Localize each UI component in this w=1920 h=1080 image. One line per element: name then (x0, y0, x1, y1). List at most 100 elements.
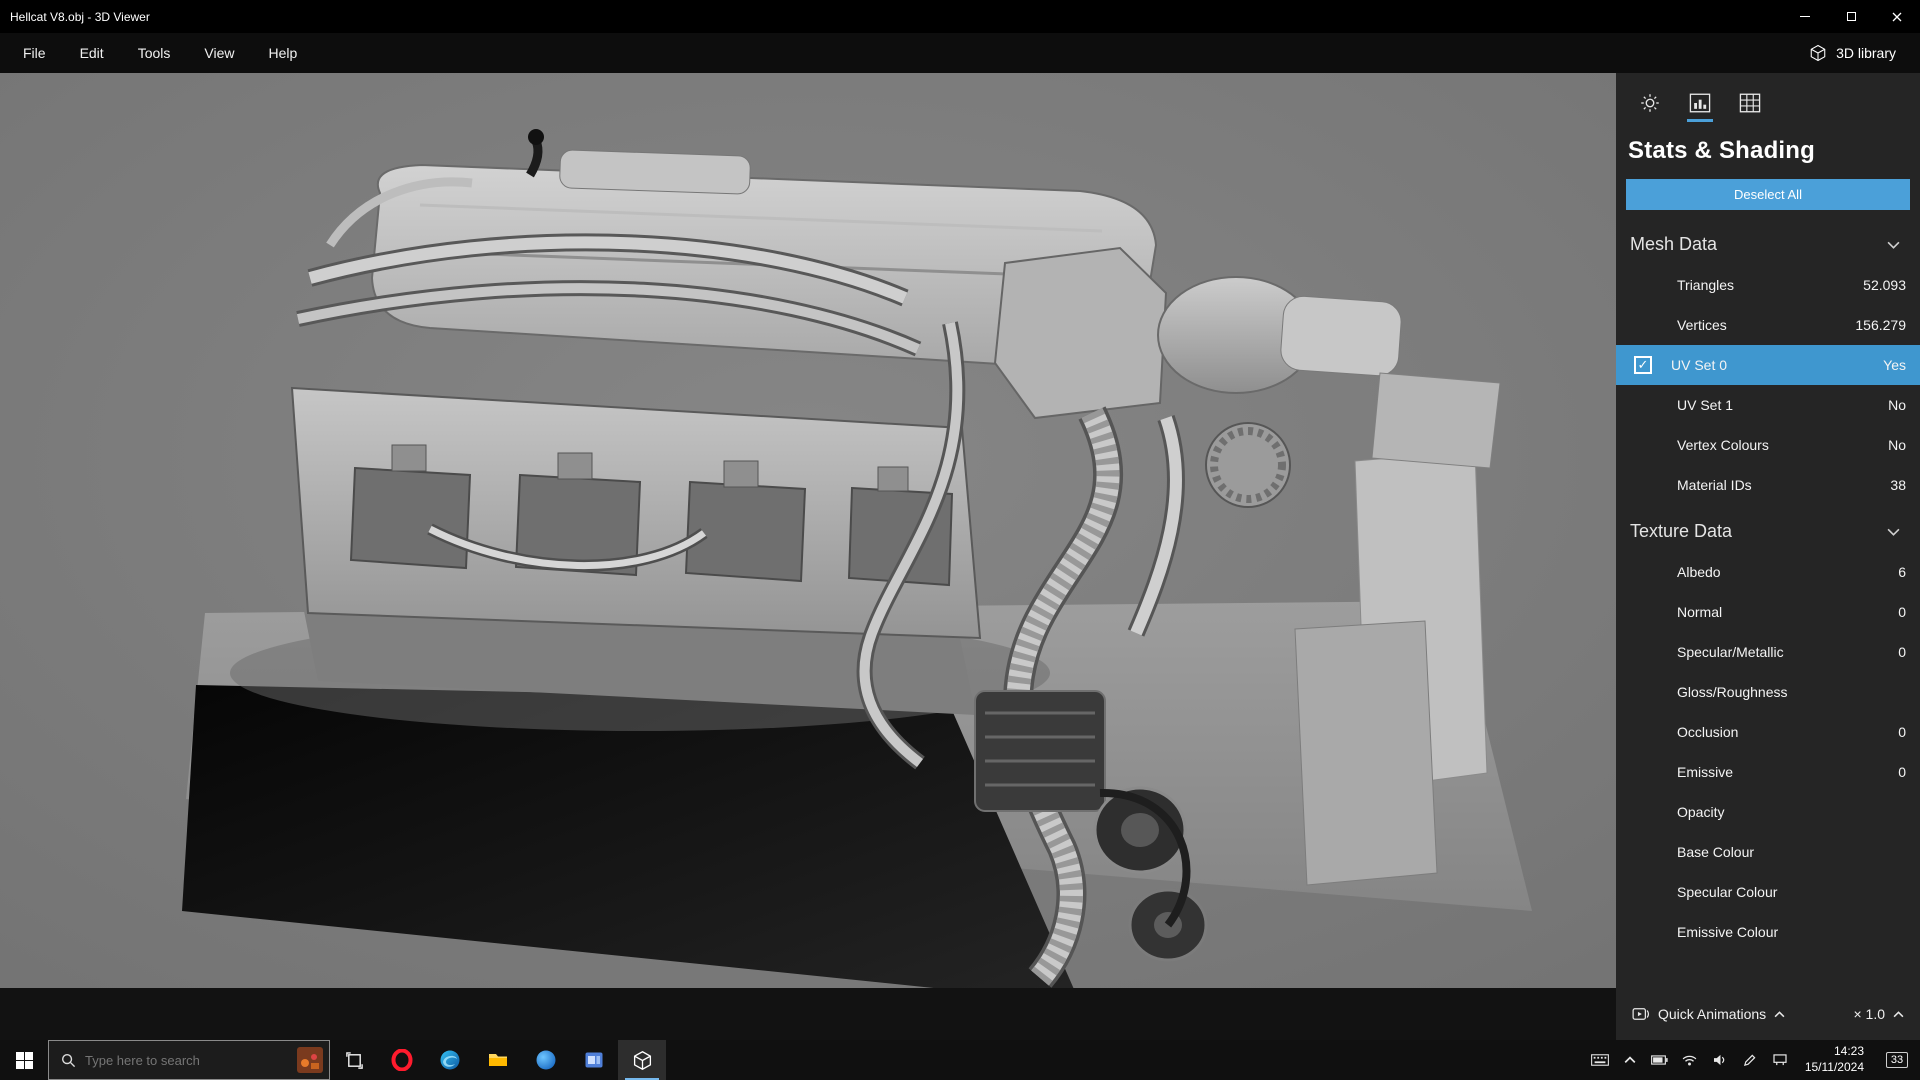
quick-animations-button[interactable]: Quick Animations (1632, 1006, 1785, 1022)
file-explorer-icon (489, 1054, 507, 1066)
stat-row[interactable]: ✓ Triangles 52.093 (1616, 265, 1920, 305)
stat-row[interactable]: ✓ Albedo 6 (1616, 552, 1920, 592)
maximize-button[interactable] (1828, 0, 1874, 33)
stat-label: Normal (1677, 604, 1723, 620)
chevron-down-icon (1887, 241, 1900, 249)
quick-animations-label: Quick Animations (1658, 1006, 1767, 1022)
search-highlights-icon[interactable] (297, 1047, 323, 1073)
stat-label: Emissive (1677, 764, 1734, 780)
stat-value: 0 (1898, 764, 1906, 780)
stat-value: 0 (1898, 604, 1906, 620)
window-title: Hellcat V8.obj - 3D Viewer (10, 9, 150, 24)
stat-row[interactable]: ✓ UV Set 1 No (1616, 385, 1920, 425)
taskbar-app-3d-viewer[interactable] (618, 1040, 666, 1080)
stat-label: Occlusion (1677, 724, 1739, 740)
window-app-icon (585, 1052, 603, 1068)
notification-count-badge: 33 (1885, 1052, 1909, 1068)
minimize-button[interactable] (1782, 0, 1828, 33)
panel-section: Texture Data ✓ Albedo 6 ✓ Normal 0 ✓ Spe… (1616, 505, 1920, 952)
chevron-down-icon (1887, 528, 1900, 536)
stat-row[interactable]: ✓ Normal 0 (1616, 592, 1920, 632)
tab-stats-shading[interactable] (1686, 89, 1714, 122)
animation-speed-button[interactable]: × 1.0 (1853, 1006, 1904, 1022)
edge-icon (440, 1050, 460, 1070)
taskbar-app-window[interactable] (570, 1040, 618, 1080)
chevron-up-icon (1774, 1010, 1785, 1017)
stat-value: 38 (1890, 477, 1906, 493)
taskbar-app-file-explorer[interactable] (474, 1040, 522, 1080)
stat-value: 6 (1898, 564, 1906, 580)
system-tray: 14:23 15/11/2024 33 (1587, 1040, 1920, 1080)
tray-expand-button[interactable] (1617, 1040, 1643, 1080)
section-rows: ✓ Albedo 6 ✓ Normal 0 ✓ Specular/Metalli… (1616, 552, 1920, 952)
panel-tabs (1616, 73, 1920, 125)
menu-view[interactable]: View (187, 33, 251, 73)
battery-status[interactable] (1647, 1040, 1673, 1080)
checkbox-checked-icon[interactable]: ✓ (1634, 356, 1652, 374)
stat-row[interactable]: ✓ Vertex Colours No (1616, 425, 1920, 465)
3d-library-button[interactable]: 3D library (1809, 44, 1914, 62)
stat-label: Vertex Colours (1677, 437, 1769, 453)
search-icon (61, 1053, 76, 1067)
stat-row[interactable]: ✓ Base Colour (1616, 832, 1920, 872)
network-status[interactable] (1677, 1040, 1703, 1080)
deselect-all-button[interactable]: Deselect All (1626, 179, 1910, 210)
taskbar-app-edge[interactable] (426, 1040, 474, 1080)
chevron-up-icon (1893, 1010, 1904, 1017)
task-view-button[interactable] (330, 1040, 378, 1080)
stat-row[interactable]: ✓ UV Set 0 Yes (1616, 345, 1920, 385)
taskbar-app-blue[interactable] (522, 1040, 570, 1080)
touch-keyboard-button[interactable] (1587, 1040, 1613, 1080)
menu-tools[interactable]: Tools (121, 33, 188, 73)
taskbar-clock[interactable]: 14:23 15/11/2024 (1797, 1044, 1872, 1075)
close-icon (1892, 12, 1902, 21)
stat-row[interactable]: ✓ Emissive Colour (1616, 912, 1920, 952)
ink-workspace-button[interactable] (1737, 1040, 1763, 1080)
volume-icon (1713, 1054, 1725, 1066)
stat-row[interactable]: ✓ Emissive 0 (1616, 752, 1920, 792)
action-center-button[interactable]: 33 (1876, 1052, 1918, 1068)
engine-model (0, 73, 1616, 988)
section-header[interactable]: Texture Data (1616, 505, 1920, 552)
stat-row[interactable]: ✓ Specular/Metallic 0 (1616, 632, 1920, 672)
volume-control[interactable] (1707, 1040, 1733, 1080)
stat-row[interactable]: ✓ Opacity (1616, 792, 1920, 832)
close-button[interactable] (1874, 0, 1920, 33)
task-view-icon (345, 1051, 363, 1069)
stat-row[interactable]: ✓ Gloss/Roughness (1616, 672, 1920, 712)
stat-label: Opacity (1677, 804, 1725, 820)
stat-row[interactable]: ✓ Occlusion 0 (1616, 712, 1920, 752)
menu-edit[interactable]: Edit (63, 33, 121, 73)
grid-table-icon (1739, 93, 1761, 113)
viewport-3d[interactable] (0, 73, 1616, 988)
stat-value: 0 (1898, 724, 1906, 740)
chevron-up-icon (1624, 1056, 1636, 1063)
battery-icon (1651, 1055, 1668, 1065)
menu-help[interactable]: Help (251, 33, 314, 73)
panel-section: Mesh Data ✓ Triangles 52.093 ✓ Vertices … (1616, 218, 1920, 505)
taskbar-search[interactable] (48, 1040, 330, 1080)
stat-row[interactable]: ✓ Specular Colour (1616, 872, 1920, 912)
taskbar: 14:23 15/11/2024 33 (0, 1040, 1920, 1080)
3d-viewer-icon (633, 1050, 651, 1070)
stat-row[interactable]: ✓ Material IDs 38 (1616, 465, 1920, 505)
panel-sections: Mesh Data ✓ Triangles 52.093 ✓ Vertices … (1616, 218, 1920, 994)
start-button[interactable] (0, 1040, 48, 1080)
touch-keyboard-icon (1590, 1054, 1609, 1066)
section-header[interactable]: Mesh Data (1616, 218, 1920, 265)
stats-shading-panel: Stats & Shading Deselect All Mesh Data ✓… (1616, 73, 1920, 1040)
stat-row[interactable]: ✓ Vertices 156.279 (1616, 305, 1920, 345)
taskbar-app-opera[interactable] (378, 1040, 426, 1080)
3d-viewer-window: Hellcat V8.obj - 3D Viewer File Edit Tools… (0, 0, 1920, 1080)
menu-file[interactable]: File (6, 33, 63, 73)
search-input[interactable] (85, 1052, 288, 1068)
stat-value: 0 (1898, 644, 1906, 660)
windows-logo-icon (15, 1051, 33, 1069)
stat-label: Material IDs (1677, 477, 1752, 493)
ethernet-status[interactable] (1767, 1040, 1793, 1080)
stat-label: Vertices (1677, 317, 1727, 333)
tab-environment[interactable] (1636, 89, 1664, 117)
tab-grid-view[interactable] (1736, 89, 1764, 117)
stat-label: Triangles (1677, 277, 1735, 293)
stat-value: No (1888, 437, 1906, 453)
